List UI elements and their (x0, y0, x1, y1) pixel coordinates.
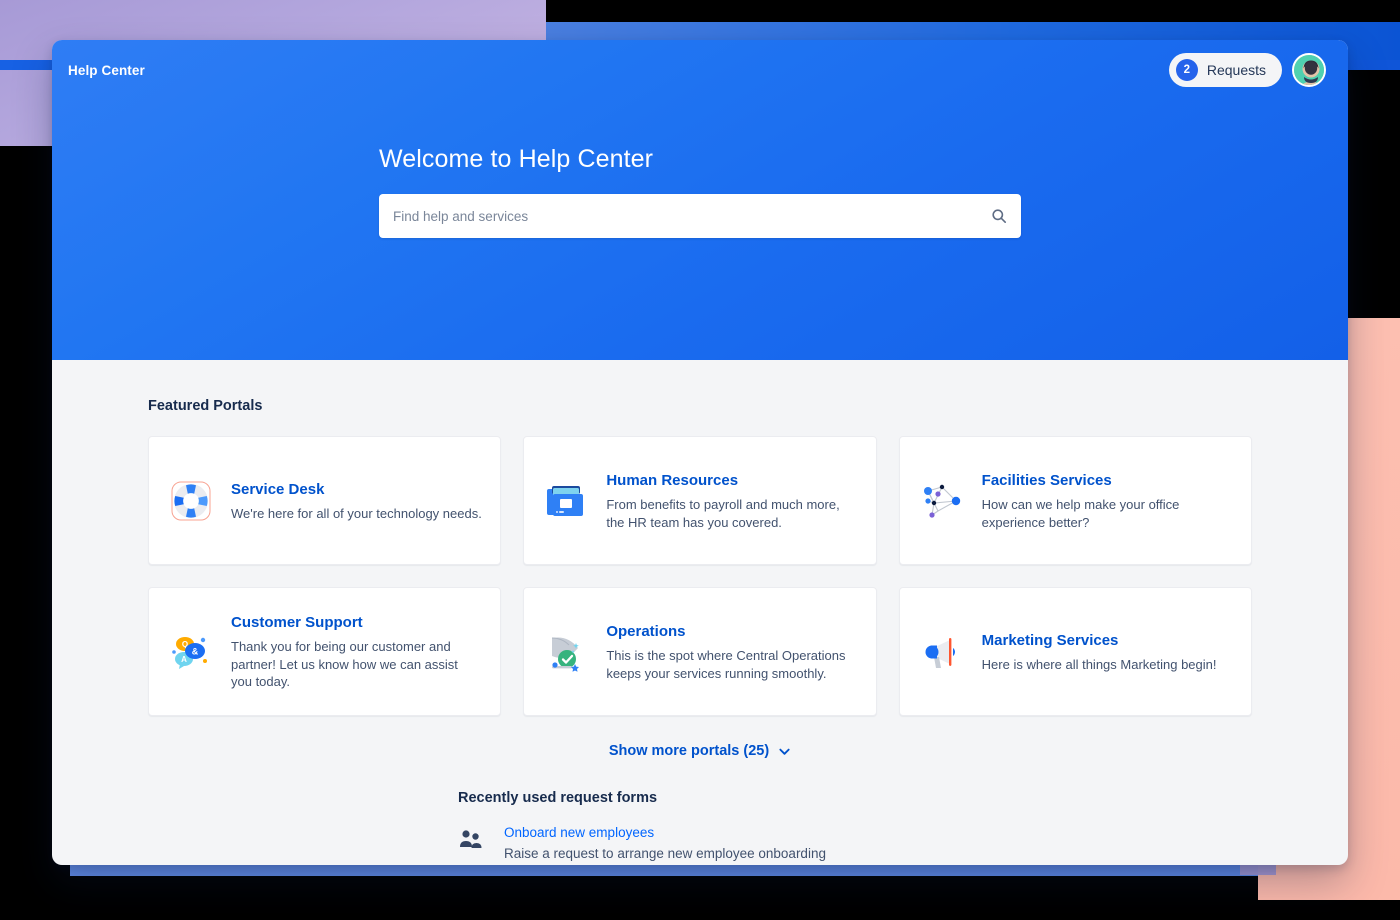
portal-card-customer-support[interactable]: Q A & Customer Support Thank you for bei… (148, 587, 501, 716)
people-icon (458, 827, 484, 853)
hero-banner: Help Center 2 Requests (52, 40, 1348, 360)
requests-count-badge: 2 (1176, 59, 1198, 81)
form-description: Raise a request to arrange new employee … (504, 845, 826, 863)
shield-check-icon (542, 628, 590, 676)
top-navigation-bar: Help Center 2 Requests (52, 40, 1348, 100)
requests-button[interactable]: 2 Requests (1169, 53, 1282, 87)
portal-description: This is the spot where Central Operation… (606, 647, 857, 683)
hero-content: Welcome to Help Center (52, 145, 1348, 238)
search-icon[interactable] (991, 208, 1007, 224)
network-nodes-icon (918, 477, 966, 525)
portal-card-service-desk[interactable]: Service Desk We're here for all of your … (148, 436, 501, 565)
screen: Help Center 2 Requests (0, 0, 1400, 920)
svg-text:&: & (192, 646, 199, 656)
requests-label: Requests (1207, 62, 1266, 78)
svg-text:A: A (181, 655, 187, 664)
search-input[interactable] (379, 194, 1021, 238)
featured-portals-heading: Featured Portals (148, 398, 1252, 414)
portal-text: Facilities Services How can we help make… (982, 470, 1233, 532)
portal-card-human-resources[interactable]: Human Resources From benefits to payroll… (523, 436, 876, 565)
brand-title[interactable]: Help Center (68, 63, 145, 78)
search-box[interactable] (379, 194, 1021, 238)
show-more-portals-button[interactable]: Show more portals (25) (609, 743, 791, 759)
portal-name[interactable]: Marketing Services (982, 632, 1217, 650)
portal-grid: Service Desk We're here for all of your … (148, 436, 1252, 716)
portal-text: Human Resources From benefits to payroll… (606, 470, 857, 532)
portal-name[interactable]: Customer Support (231, 614, 482, 632)
portal-description: We're here for all of your technology ne… (231, 505, 482, 523)
qa-bubbles-icon: Q A & (167, 628, 215, 676)
file-folder-icon (542, 477, 590, 525)
avatar[interactable] (1292, 53, 1326, 87)
portal-card-facilities-services[interactable]: Facilities Services How can we help make… (899, 436, 1252, 565)
recent-forms-heading: Recently used request forms (458, 790, 1252, 806)
list-item-onboard-new-employees[interactable]: Onboard new employees Raise a request to… (458, 824, 1252, 862)
page-title: Welcome to Help Center (379, 145, 1021, 174)
megaphone-icon (918, 628, 966, 676)
portal-card-operations[interactable]: Operations This is the spot where Centra… (523, 587, 876, 716)
portal-description: From benefits to payroll and much more, … (606, 496, 857, 532)
chevron-down-icon[interactable] (778, 745, 791, 758)
avatar-illustration (1294, 55, 1326, 87)
main-content: Featured Portals Service Desk (52, 360, 1348, 865)
list-item-text: Onboard new employees Raise a request to… (504, 824, 826, 862)
portal-text: Customer Support Thank you for being our… (231, 612, 482, 692)
portal-text: Operations This is the spot where Centra… (606, 621, 857, 683)
form-name[interactable]: Onboard new employees (504, 824, 826, 842)
portal-name[interactable]: Service Desk (231, 481, 482, 499)
portal-description: Here is where all things Marketing begin… (982, 656, 1217, 674)
portal-text: Marketing Services Here is where all thi… (982, 630, 1217, 674)
portal-card-marketing-services[interactable]: Marketing Services Here is where all thi… (899, 587, 1252, 716)
help-center-window: Help Center 2 Requests (52, 40, 1348, 865)
portal-description: Thank you for being our customer and par… (231, 638, 482, 692)
show-more-portals-label: Show more portals (25) (609, 743, 769, 759)
top-right-actions: 2 Requests (1169, 53, 1326, 87)
portal-name[interactable]: Operations (606, 623, 857, 641)
portal-name[interactable]: Facilities Services (982, 472, 1233, 490)
show-more-portals-row: Show more portals (25) (148, 742, 1252, 760)
portal-text: Service Desk We're here for all of your … (231, 479, 482, 523)
portal-description: How can we help make your office experie… (982, 496, 1233, 532)
lifebuoy-icon (167, 477, 215, 525)
recent-forms-section: Recently used request forms Onboard new … (148, 790, 1252, 865)
portal-name[interactable]: Human Resources (606, 472, 857, 490)
